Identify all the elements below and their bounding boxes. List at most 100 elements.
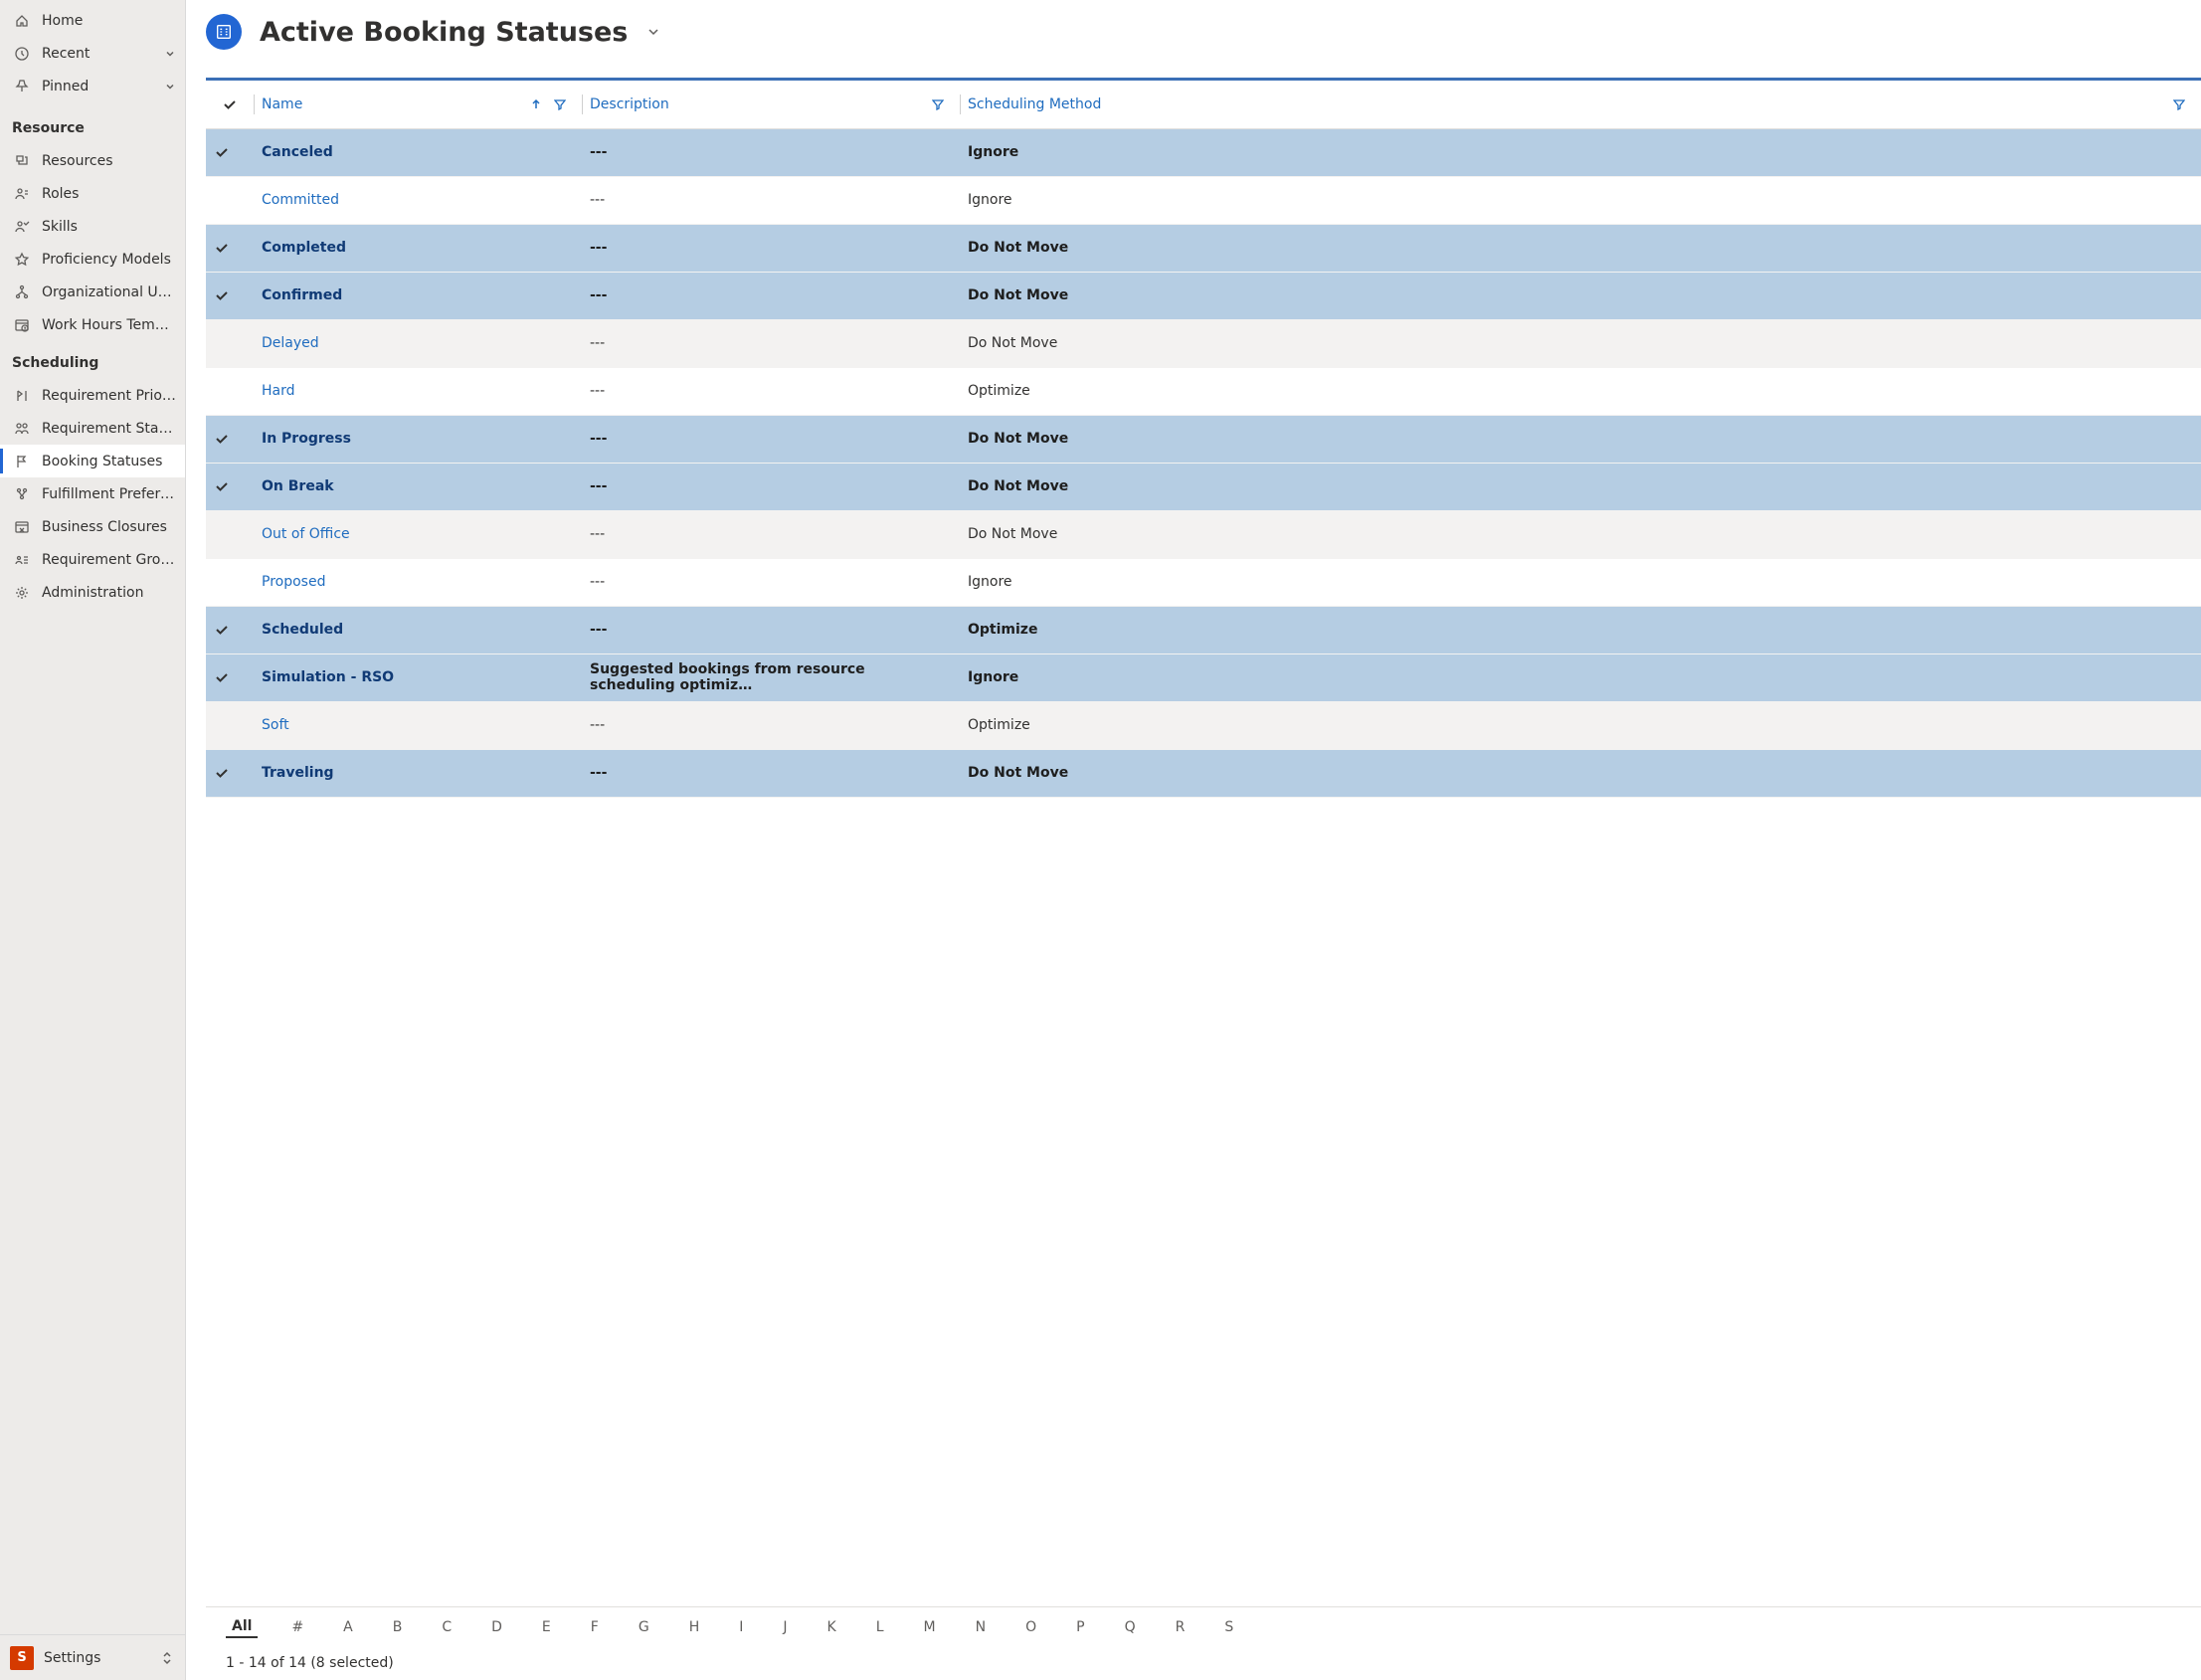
alpha-f[interactable]: F <box>585 1617 605 1637</box>
alpha-o[interactable]: O <box>1019 1617 1042 1637</box>
alpha-b[interactable]: B <box>387 1617 409 1637</box>
chevron-down-icon[interactable] <box>645 24 661 40</box>
table-row[interactable]: Confirmed --- Do Not Move <box>206 272 2201 319</box>
record-link[interactable]: Soft <box>262 717 289 733</box>
column-name[interactable]: Name <box>254 81 582 128</box>
record-link[interactable]: In Progress <box>262 431 351 447</box>
updown-icon[interactable] <box>159 1650 175 1666</box>
row-selector[interactable] <box>206 415 254 463</box>
alpha-all[interactable]: All <box>226 1616 258 1638</box>
chevron-down-icon[interactable] <box>163 80 177 93</box>
record-link[interactable]: Canceled <box>262 144 333 160</box>
row-selector[interactable] <box>206 128 254 176</box>
alpha-l[interactable]: L <box>870 1617 890 1637</box>
alpha-i[interactable]: I <box>733 1617 749 1637</box>
table-row[interactable]: Hard --- Optimize <box>206 367 2201 415</box>
table-row[interactable]: Proposed --- Ignore <box>206 558 2201 606</box>
alpha-n[interactable]: N <box>970 1617 992 1637</box>
table-row[interactable]: Out of Office --- Do Not Move <box>206 510 2201 558</box>
sidebar-item-recent[interactable]: Recent <box>0 37 185 70</box>
cell-description: --- <box>582 415 960 463</box>
record-link[interactable]: Confirmed <box>262 287 342 303</box>
sidebar-item-work-hours-templates[interactable]: Work Hours Templates <box>0 308 185 341</box>
sidebar-item-requirement-group-[interactable]: Requirement Group ... <box>0 543 185 576</box>
table-row[interactable]: Delayed --- Do Not Move <box>206 319 2201 367</box>
row-selector[interactable] <box>206 653 254 701</box>
column-description[interactable]: Description <box>582 81 960 128</box>
alpha-e[interactable]: E <box>536 1617 557 1637</box>
record-link[interactable]: Proposed <box>262 574 325 590</box>
select-all-column[interactable] <box>206 81 254 128</box>
row-selector[interactable] <box>206 272 254 319</box>
check-icon <box>214 765 246 781</box>
table-row[interactable]: Committed --- Ignore <box>206 176 2201 224</box>
grid[interactable]: Name De <box>206 81 2201 1606</box>
sidebar-item-home[interactable]: Home <box>0 4 185 37</box>
sidebar-item-administration[interactable]: Administration <box>0 576 185 609</box>
table-row[interactable]: On Break --- Do Not Move <box>206 463 2201 510</box>
table-row[interactable]: Canceled --- Ignore <box>206 128 2201 176</box>
row-selector[interactable] <box>206 176 254 224</box>
row-selector[interactable] <box>206 367 254 415</box>
record-link[interactable]: Scheduled <box>262 622 343 638</box>
alpha-m[interactable]: M <box>918 1617 942 1637</box>
sidebar-item-organizational-units[interactable]: Organizational Units <box>0 276 185 308</box>
record-link[interactable]: On Break <box>262 478 334 494</box>
sidebar-item-resources[interactable]: Resources <box>0 144 185 177</box>
sidebar-item-pinned[interactable]: Pinned <box>0 70 185 102</box>
alpha-k[interactable]: K <box>822 1617 842 1637</box>
alpha-bar[interactable]: All # A B C D E F G H I J K L M N O P Q R S <box>206 1606 2201 1646</box>
sidebar-item-label: Organizational Units <box>42 284 177 300</box>
sidebar-item-requirement-statuses[interactable]: Requirement Statuses <box>0 412 185 445</box>
sidebar-item-skills[interactable]: Skills <box>0 210 185 243</box>
alpha-d[interactable]: D <box>485 1617 508 1637</box>
sidebar-item-business-closures[interactable]: Business Closures <box>0 510 185 543</box>
table-row[interactable]: Soft --- Optimize <box>206 701 2201 749</box>
row-selector[interactable] <box>206 558 254 606</box>
chevron-down-icon[interactable] <box>163 47 177 61</box>
sidebar-item-label: Resources <box>42 153 177 169</box>
alpha-r[interactable]: R <box>1170 1617 1192 1637</box>
alpha-a[interactable]: A <box>337 1617 359 1637</box>
filter-icon[interactable] <box>932 98 944 110</box>
row-selector[interactable] <box>206 319 254 367</box>
alpha-j[interactable]: J <box>777 1617 793 1637</box>
sidebar-footer[interactable]: S Settings <box>0 1634 185 1680</box>
sidebar-item-proficiency-models[interactable]: Proficiency Models <box>0 243 185 276</box>
alpha-p[interactable]: P <box>1070 1617 1090 1637</box>
sidebar-item-roles[interactable]: Roles <box>0 177 185 210</box>
cell-description: Suggested bookings from resource schedul… <box>582 653 960 701</box>
record-link[interactable]: Out of Office <box>262 526 350 542</box>
row-selector[interactable] <box>206 606 254 653</box>
sidebar-item-fulfillment-preferences[interactable]: Fulfillment Preferences <box>0 477 185 510</box>
table-row[interactable]: Traveling --- Do Not Move <box>206 749 2201 797</box>
record-link[interactable]: Delayed <box>262 335 319 351</box>
alpha-s[interactable]: S <box>1218 1617 1239 1637</box>
row-selector[interactable] <box>206 510 254 558</box>
sidebar-item-booking-statuses[interactable]: Booking Statuses <box>0 445 185 477</box>
view-title[interactable]: Active Booking Statuses <box>260 17 628 48</box>
record-link[interactable]: Traveling <box>262 765 334 781</box>
row-selector[interactable] <box>206 463 254 510</box>
record-link[interactable]: Hard <box>262 383 295 399</box>
filter-icon[interactable] <box>554 98 566 110</box>
row-selector[interactable] <box>206 749 254 797</box>
alpha-g[interactable]: G <box>633 1617 655 1637</box>
alpha-c[interactable]: C <box>436 1617 458 1637</box>
record-link[interactable]: Committed <box>262 192 339 208</box>
table-row[interactable]: Simulation - RSO Suggested bookings from… <box>206 653 2201 701</box>
alpha-h[interactable]: H <box>683 1617 706 1637</box>
table-row[interactable]: In Progress --- Do Not Move <box>206 415 2201 463</box>
record-link[interactable]: Completed <box>262 240 346 256</box>
filter-icon[interactable] <box>2173 98 2185 110</box>
column-scheduling-method[interactable]: Scheduling Method <box>960 81 2201 128</box>
row-selector[interactable] <box>206 224 254 272</box>
alpha-#[interactable]: # <box>285 1617 309 1637</box>
row-selector[interactable] <box>206 701 254 749</box>
record-link[interactable]: Simulation - RSO <box>262 669 394 685</box>
workhours-icon <box>14 317 30 333</box>
alpha-q[interactable]: Q <box>1119 1617 1142 1637</box>
sidebar-item-requirement-priorities[interactable]: Requirement Priorities <box>0 379 185 412</box>
table-row[interactable]: Completed --- Do Not Move <box>206 224 2201 272</box>
table-row[interactable]: Scheduled --- Optimize <box>206 606 2201 653</box>
